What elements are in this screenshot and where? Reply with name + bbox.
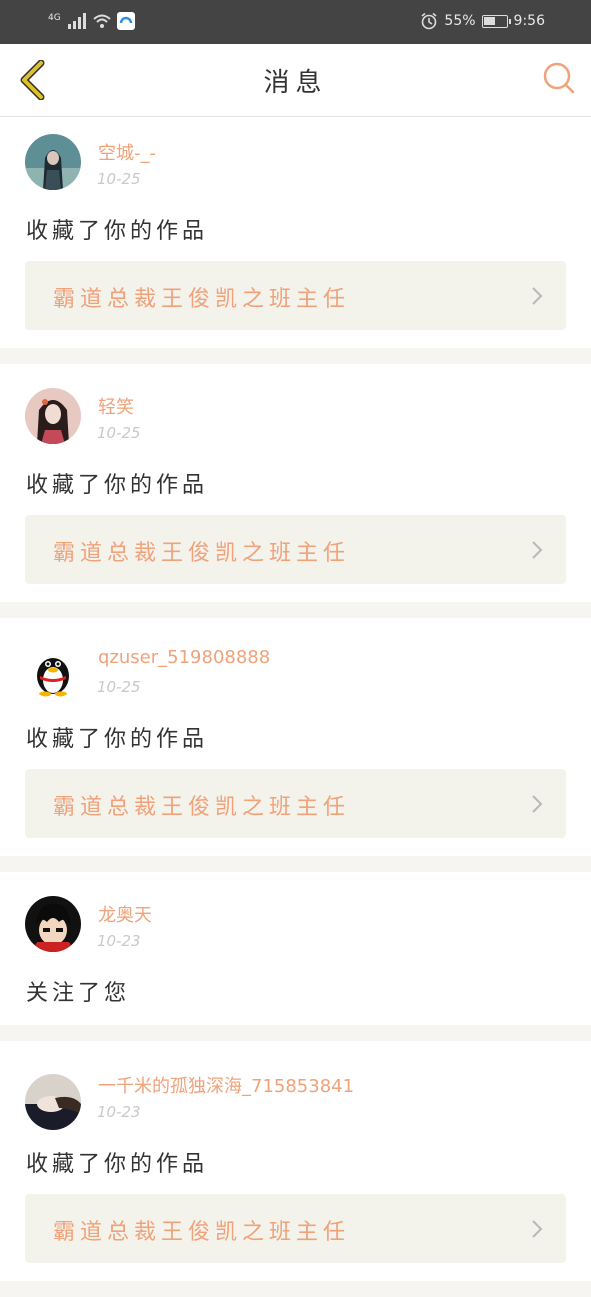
action-text: 收藏了你的作品 <box>26 727 209 752</box>
nav-bar: 消息 <box>0 44 591 117</box>
work-title: 霸道总裁王俊凯之班主任 <box>53 541 351 566</box>
work-title: 霸道总裁王俊凯之班主任 <box>53 287 351 312</box>
work-title: 霸道总裁王俊凯之班主任 <box>53 1220 351 1245</box>
signal-icon <box>67 13 86 29</box>
action-text: 收藏了你的作品 <box>26 473 209 498</box>
message-card[interactable]: 轻笑 10-25 收藏了你的作品 霸道总裁王俊凯之班主任 <box>0 364 591 602</box>
status-bar: 4G 55% 9:56 <box>0 0 591 44</box>
message-card[interactable]: 空城-_- 10-25 收藏了你的作品 霸道总裁王俊凯之班主任 <box>0 117 591 348</box>
user-avatar-image <box>25 896 81 952</box>
work-title: 霸道总裁王俊凯之班主任 <box>53 795 351 820</box>
avatar[interactable] <box>25 896 81 952</box>
chevron-right-icon <box>532 795 543 813</box>
work-link[interactable]: 霸道总裁王俊凯之班主任 <box>25 1194 566 1263</box>
action-text: 收藏了你的作品 <box>26 1152 209 1177</box>
page-title: 消息 <box>263 68 328 98</box>
search-button[interactable] <box>541 60 577 96</box>
status-right: 55% 9:56 <box>420 12 545 30</box>
message-date: 10-23 <box>97 1103 141 1121</box>
message-date: 10-25 <box>97 424 141 442</box>
message-date: 10-23 <box>97 932 141 950</box>
chevron-right-icon <box>532 1220 543 1238</box>
battery-icon <box>481 14 511 28</box>
work-link[interactable]: 霸道总裁王俊凯之班主任 <box>25 769 566 838</box>
user-avatar-image <box>25 388 81 444</box>
action-text: 收藏了你的作品 <box>26 219 209 244</box>
clock: 9:56 <box>513 13 545 29</box>
network-type: 4G <box>48 12 61 23</box>
avatar[interactable] <box>25 642 81 698</box>
user-avatar-image <box>25 134 81 190</box>
battery-percent: 55% <box>444 13 476 29</box>
battery-level <box>483 16 495 25</box>
status-left: 4G <box>48 12 135 30</box>
avatar[interactable] <box>25 388 81 444</box>
username[interactable]: 空城-_- <box>98 139 156 165</box>
message-date: 10-25 <box>97 170 141 188</box>
chevron-right-icon <box>532 541 543 559</box>
work-link[interactable]: 霸道总裁王俊凯之班主任 <box>25 515 566 584</box>
avatar[interactable] <box>25 134 81 190</box>
qq-penguin-avatar <box>25 642 81 698</box>
message-card[interactable]: qzuser_519808888 10-25 收藏了你的作品 霸道总裁王俊凯之班… <box>0 618 591 856</box>
alarm-icon <box>421 12 437 30</box>
wifi-icon <box>93 14 111 28</box>
message-card[interactable]: 一千米的孤独深海_715853841 10-23 收藏了你的作品 霸道总裁王俊凯… <box>0 1041 591 1281</box>
action-text: 关注了您 <box>26 981 131 1006</box>
message-list: 空城-_- 10-25 收藏了你的作品 霸道总裁王俊凯之班主任 轻笑 10-25… <box>0 117 591 1297</box>
search-icon <box>543 62 575 94</box>
message-date: 10-25 <box>97 678 141 696</box>
username[interactable]: qzuser_519808888 <box>98 647 270 668</box>
app-notification-icon <box>116 12 135 30</box>
avatar[interactable] <box>25 1074 81 1130</box>
username[interactable]: 轻笑 <box>98 393 134 419</box>
message-card[interactable]: 龙奥天 10-23 关注了您 <box>0 872 591 1025</box>
work-link[interactable]: 霸道总裁王俊凯之班主任 <box>25 261 566 330</box>
chevron-right-icon <box>532 287 543 305</box>
user-avatar-image <box>25 1074 81 1130</box>
username[interactable]: 一千米的孤独深海_715853841 <box>98 1072 354 1098</box>
username[interactable]: 龙奥天 <box>98 901 152 927</box>
